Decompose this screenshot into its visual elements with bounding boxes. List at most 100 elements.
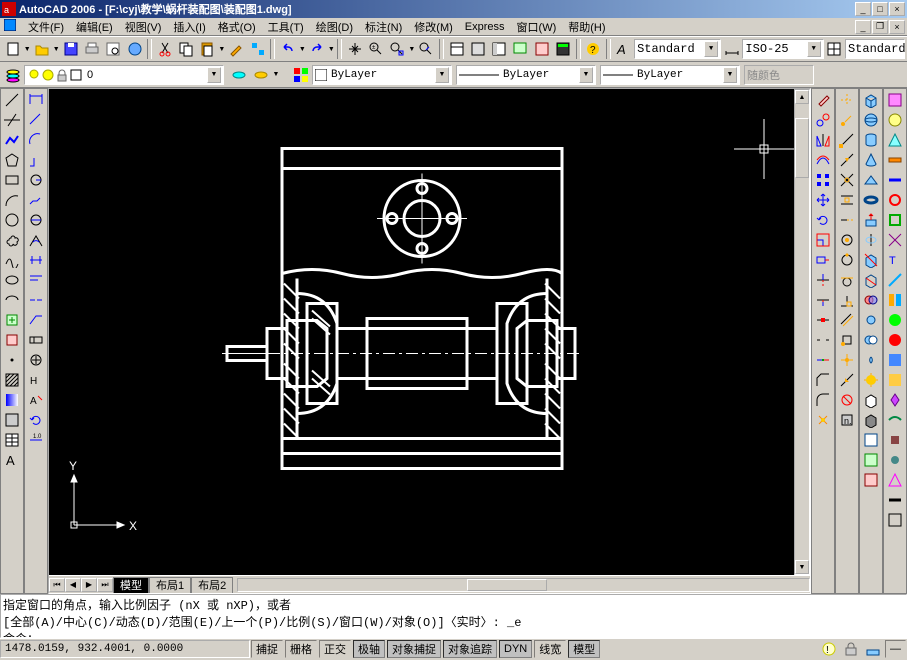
copy-tool[interactable] [813,110,833,130]
open-dropdown[interactable]: ▼ [52,46,60,53]
menu-express[interactable]: Express [459,20,511,34]
mtext-tool[interactable]: A [2,450,22,470]
layer-combo[interactable]: 0 ▼ [24,65,224,85]
et-8[interactable] [885,230,905,250]
match-button[interactable] [226,38,247,60]
wedge-3d[interactable] [861,170,881,190]
menu-format[interactable]: 格式(O) [212,18,262,36]
tab-prev[interactable]: ◀ [65,578,81,592]
dim-ordinate[interactable] [26,150,46,170]
move-tool[interactable] [813,190,833,210]
rectangle-tool[interactable] [2,170,22,190]
dim-diameter[interactable] [26,210,46,230]
tool-palette-button[interactable] [489,38,510,60]
arc-tool[interactable] [2,190,22,210]
mdi-minimize[interactable]: _ [855,20,871,34]
setup-view[interactable] [861,430,881,450]
menu-window[interactable]: 窗口(W) [511,18,563,36]
cut-button[interactable] [154,38,175,60]
close-button[interactable]: × [889,2,905,16]
et-5[interactable] [885,170,905,190]
tab-layout1[interactable]: 布局1 [149,577,191,593]
linetype-combo[interactable]: ByLayer ▼ [456,65,596,85]
tray-minus[interactable]: — [885,640,906,658]
undo-button[interactable] [277,38,298,60]
union-3d[interactable] [861,310,881,330]
menu-modify[interactable]: 修改(M) [408,18,459,36]
command-line[interactable]: 指定窗口的角点，输入比例因子 (nX 或 nXP)，或者 [全部(A)/中心(C… [0,594,907,638]
dim-jogged[interactable] [26,190,46,210]
setup-drawing[interactable] [861,450,881,470]
new-button[interactable] [2,38,23,60]
snap-node[interactable] [837,350,857,370]
dim-tedit[interactable]: A [26,390,46,410]
intersect-3d[interactable] [861,350,881,370]
et-1[interactable] [885,90,905,110]
interfere-3d[interactable] [861,290,881,310]
osnap-settings[interactable]: n. [837,410,857,430]
menu-file[interactable]: 文件(F) [22,18,70,36]
layer-walk-drop[interactable]: ▼ [272,71,280,78]
array-tool[interactable] [813,170,833,190]
extrude-3d[interactable] [861,210,881,230]
et-17[interactable] [885,410,905,430]
cylinder-3d[interactable] [861,130,881,150]
otrack-toggle[interactable]: 对象追踪 [443,640,497,658]
offset-tool[interactable] [813,150,833,170]
dim-aligned[interactable] [26,110,46,130]
menu-dimension[interactable]: 标注(N) [359,18,408,36]
tab-last[interactable]: ⏭ [97,578,113,592]
tab-first[interactable]: ⏮ [49,578,65,592]
text-style-icon[interactable]: A [613,38,634,60]
dim-style-icon[interactable] [721,38,742,60]
dc-button[interactable] [467,38,488,60]
et-2[interactable] [885,110,905,130]
setup-profile[interactable] [861,470,881,490]
trim-tool[interactable] [813,270,833,290]
et-14[interactable] [885,350,905,370]
point-tool[interactable] [2,350,22,370]
et-16[interactable] [885,390,905,410]
grid-toggle[interactable]: 栅格 [285,640,317,658]
vertical-scrollbar[interactable]: ▲ ▼ [794,89,810,575]
lineweight-combo[interactable]: ByLayer ▼ [600,65,740,85]
lock-ui-icon[interactable] [840,638,862,660]
join-tool[interactable] [813,350,833,370]
plot-button[interactable] [81,38,102,60]
paste-button[interactable] [197,38,218,60]
et-22[interactable] [885,510,905,530]
maximize-button[interactable]: □ [872,2,888,16]
snap-extension[interactable] [837,210,857,230]
dim-angular[interactable] [26,230,46,250]
snap-perpendicular[interactable] [837,290,857,310]
copy-button[interactable] [175,38,196,60]
dim-linear[interactable] [26,90,46,110]
break-tool[interactable] [813,330,833,350]
model-canvas[interactable]: X Y [49,89,794,575]
zoom-dropdown[interactable]: ▼ [408,46,416,53]
snap-toggle[interactable]: 捕捉 [251,640,283,658]
plotstyle-combo[interactable]: 随颜色 [744,65,814,85]
help-button[interactable]: ? [583,38,604,60]
tab-model[interactable]: 模型 [113,577,149,593]
layer-previous-button[interactable] [228,64,250,86]
zoom-window-button[interactable] [387,38,408,60]
snap-center[interactable] [837,230,857,250]
torus-3d[interactable] [861,190,881,210]
section-3d[interactable] [861,270,881,290]
dim-style-combo[interactable]: ISO-25▼ [742,39,823,59]
menu-edit[interactable]: 编辑(E) [70,18,119,36]
tolerance[interactable] [26,330,46,350]
et-21[interactable] [885,490,905,510]
menu-view[interactable]: 视图(V) [119,18,168,36]
markup-button[interactable] [531,38,552,60]
horizontal-scrollbar[interactable] [237,578,810,592]
leader[interactable] [26,310,46,330]
polygon-tool[interactable] [2,150,22,170]
dim-radius[interactable] [26,170,46,190]
snap-apparent[interactable] [837,190,857,210]
minimize-button[interactable]: _ [855,2,871,16]
make-block-tool[interactable] [2,330,22,350]
extend-tool[interactable] [813,290,833,310]
polar-toggle[interactable]: 极轴 [353,640,385,658]
